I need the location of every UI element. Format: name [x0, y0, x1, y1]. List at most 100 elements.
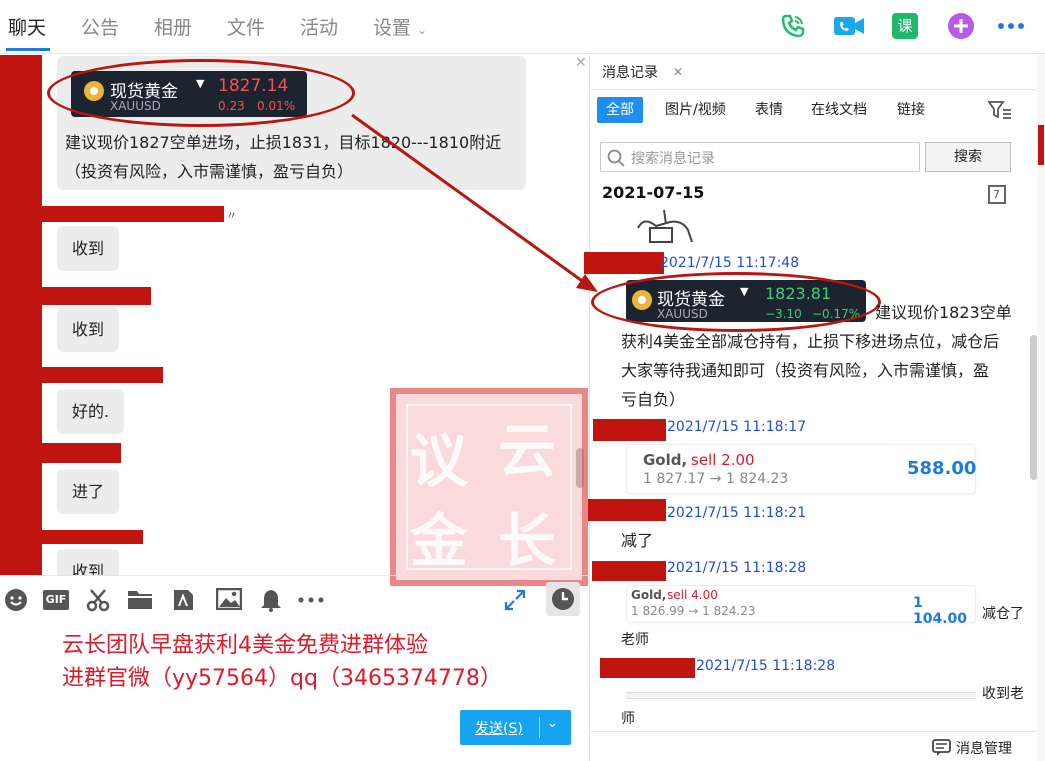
search-placeholder: 搜索消息记录 [631, 151, 715, 167]
history-search-input[interactable]: 搜索消息记录 [600, 142, 920, 172]
message-timestamp: 2021/7/15 11:18:28 [667, 560, 807, 576]
message-timestamp: 2021/7/15 11:18:17 [667, 419, 807, 435]
sticker-thumbnail[interactable] [626, 208, 710, 246]
redacted-name [40, 443, 121, 463]
redacted-name [593, 419, 666, 441]
file-transfer-icon[interactable] [171, 588, 195, 612]
message-text: 减仓了 [982, 606, 1024, 622]
composer-text-line1[interactable]: 云长团队早盘获利4美金免费进群体验 [62, 627, 428, 659]
message-bubble-reply: 收到 [57, 549, 119, 575]
history-tab[interactable]: 消息记录 ✕ [590, 55, 690, 89]
divider [590, 89, 1045, 90]
image-icon[interactable] [215, 587, 243, 612]
message-timestamp: 2021/7/15 11:17:48 [660, 255, 800, 271]
filter-online-docs[interactable]: 在线文档 [811, 97, 867, 123]
redacted-name [40, 287, 151, 305]
add-icon[interactable] [945, 10, 977, 42]
tab-files[interactable]: 文件 [227, 13, 265, 40]
gif-icon[interactable]: GIF [43, 588, 71, 612]
trade-result-card[interactable]: Gold, sell 4.00 1 826.99 → 1 824.23 1 10… [626, 585, 976, 627]
filter-icon[interactable] [987, 100, 1012, 124]
trade-instrument: Gold, [631, 588, 667, 602]
watermark-char: 议 [410, 427, 469, 495]
redacted-avatar-column [0, 55, 42, 575]
folder-icon[interactable] [127, 588, 152, 612]
trade-result-card[interactable]: Gold, sell 2.00 1 827.17 → 1 824.23 588.… [626, 444, 976, 494]
active-tab-indicator [6, 48, 50, 51]
trade-profit: 588.00 [907, 458, 977, 479]
tab-chat[interactable]: 聊天 [8, 13, 46, 40]
tab-album[interactable]: 相册 [154, 13, 192, 40]
table-thumbnail[interactable] [626, 692, 976, 699]
redacted-edge [1038, 125, 1044, 165]
tab-activity[interactable]: 活动 [300, 13, 338, 40]
bell-icon[interactable] [259, 588, 283, 612]
message-bubble-reply: 收到 [57, 307, 119, 352]
search-icon [607, 149, 625, 167]
phone-icon[interactable] [777, 10, 809, 42]
course-badge: 课 [892, 13, 918, 39]
redacted-name [600, 658, 695, 678]
watermark-char: 长 [498, 507, 557, 575]
redacted-name [592, 561, 666, 581]
annotation-ellipse-left [47, 59, 355, 127]
message-bubble-reply: 进了 [57, 469, 119, 514]
video-icon[interactable] [833, 10, 865, 42]
sender-mark: 〃 [226, 209, 237, 222]
message-text: 老师 [621, 632, 649, 648]
watermark-stamp: 议 云 金 长 [390, 388, 588, 586]
message-bubble-reply: 好的. [57, 389, 124, 434]
history-date: 2021-07-15 [602, 183, 705, 202]
filter-all[interactable]: 全部 [597, 97, 643, 123]
watermark-char: 金 [410, 507, 469, 575]
message-text-line1: 建议现价1827空单进场，止损1831，目标1820---1810附近 [65, 133, 502, 152]
composer-text-line2[interactable]: 进群官微（yy57564）qq（3465374778） [62, 660, 502, 692]
calendar-icon[interactable]: 7 [988, 185, 1006, 204]
history-filter-bar: 全部 图片/视频 表情 在线文档 链接 [590, 97, 1045, 133]
message-text: 获利4美金全部减仓持有，止损下移进场点位，减仓后 [621, 332, 1000, 351]
history-tab-label: 消息记录 [602, 65, 658, 81]
emoji-icon[interactable] [4, 588, 28, 612]
message-bubble-reply: 收到 [57, 226, 119, 271]
filter-emoji[interactable]: 表情 [755, 97, 783, 123]
message-text: 大家等待我通知即可（投资有风险，入市需谨慎，盈 [621, 361, 990, 380]
trade-side: sell 2.00 [691, 451, 755, 469]
search-button[interactable]: 搜索 [925, 142, 1011, 172]
redacted-name [40, 530, 143, 544]
annotation-ellipse-right [591, 272, 881, 332]
expand-icon[interactable] [503, 588, 527, 612]
more-icon[interactable] [995, 10, 1027, 42]
message-text: 亏自负） [621, 390, 686, 409]
more-icon[interactable] [297, 588, 327, 612]
tab-announcement[interactable]: 公告 [81, 13, 119, 40]
calendar-day: 7 [993, 188, 1000, 201]
redacted-name [588, 499, 666, 521]
tab-settings[interactable]: 设置 ⌄ [373, 13, 427, 40]
redacted-name [584, 252, 664, 274]
send-label: 发送(S) [475, 721, 523, 737]
chat-bubble-icon [932, 739, 951, 756]
composer-toolbar: GIF [0, 575, 589, 621]
tab-settings-label: 设置 [373, 17, 412, 39]
trade-profit: 1 104.00 [913, 595, 968, 627]
chevron-down-icon: ⌄ [417, 23, 428, 37]
history-clock-icon[interactable] [546, 582, 580, 616]
send-button[interactable]: 发送(S) ⌄ [460, 710, 571, 745]
filter-media[interactable]: 图片/视频 [665, 97, 726, 123]
message-manage-label: 消息管理 [956, 741, 1012, 757]
trade-instrument: Gold, [643, 451, 688, 469]
message-history-panel: 消息记录 ✕ 全部 图片/视频 表情 在线文档 链接 搜索消息记录 搜索 202… [584, 55, 1045, 761]
app-window: 聊天 公告 相册 文件 活动 设置 ⌄ 课 现货黄金 ▼ XAUUSD 1827… [0, 0, 1045, 761]
filter-links[interactable]: 链接 [897, 97, 925, 123]
redacted-name [40, 206, 224, 222]
close-icon[interactable]: ✕ [673, 65, 683, 79]
window-edge [1037, 55, 1045, 761]
scissors-icon[interactable] [86, 588, 110, 612]
course-icon[interactable]: 课 [889, 10, 921, 42]
message-timestamp: 2021/7/15 11:18:28 [696, 658, 836, 674]
close-icon[interactable]: ✕ [575, 55, 587, 71]
send-options-chevron-icon[interactable]: ⌄ [547, 716, 558, 731]
gif-label: GIF [43, 590, 69, 610]
trade-side: sell 4.00 [667, 588, 718, 602]
top-nav: 聊天 公告 相册 文件 活动 设置 ⌄ 课 [0, 0, 1045, 54]
